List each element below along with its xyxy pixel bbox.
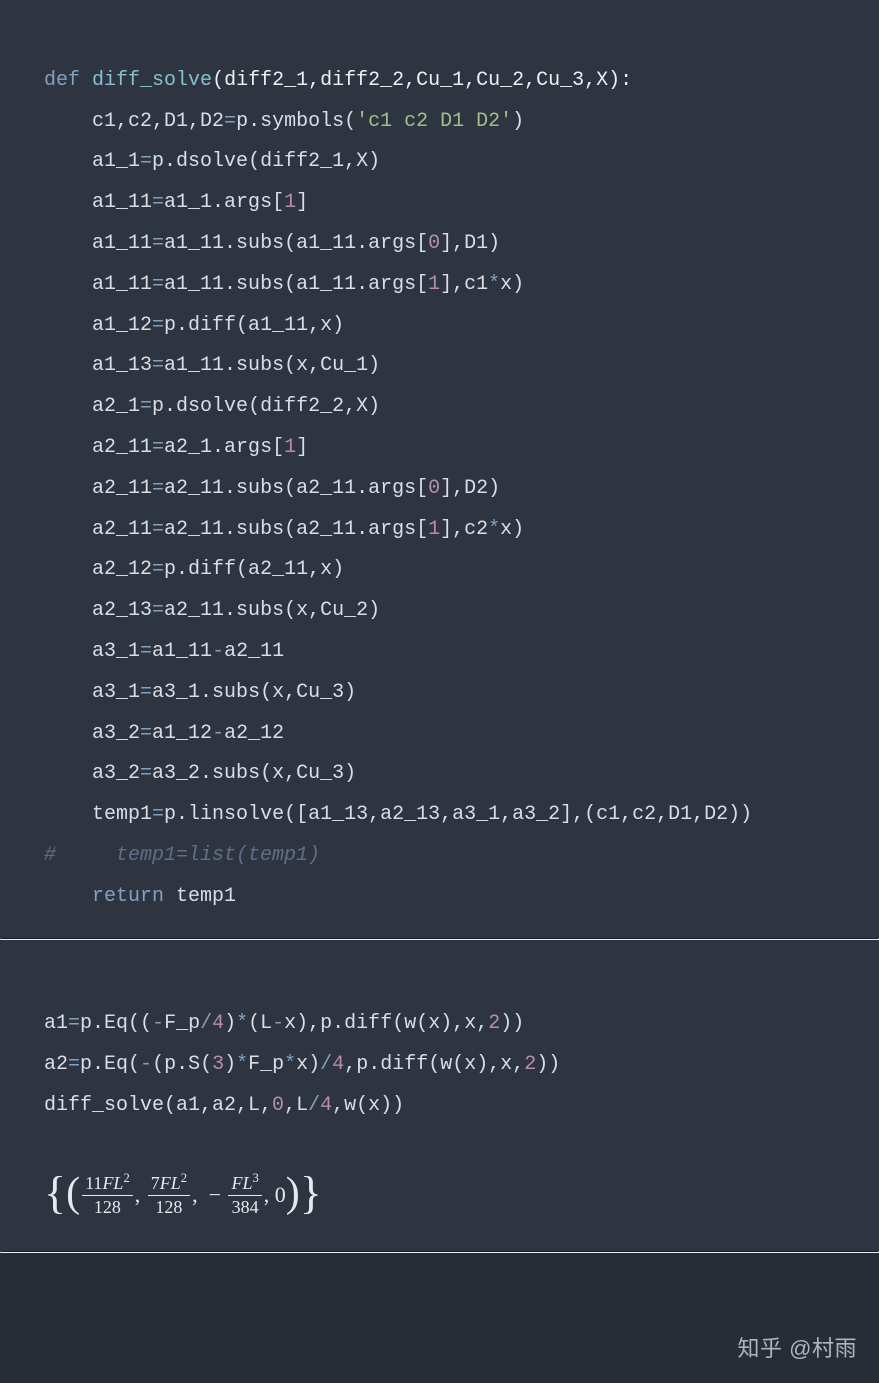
right-brace: } <box>300 1170 322 1216</box>
keyword-return: return <box>92 885 164 908</box>
math-output: { ( 11FL2 128 , 7FL2 128 , − FL3 384 , 0… <box>0 1147 879 1251</box>
keyword-def: def <box>44 69 80 92</box>
code-block-2: a1=p.Eq((-F_p/4)*(L-x),p.diff(w(x),x,2))… <box>0 940 879 1147</box>
footer: 知乎 @村雨 <box>0 1253 879 1383</box>
args: (diff2_1,diff2_2,Cu_1,Cu_2,Cu_3,X): <box>212 69 632 92</box>
fraction-2: 7FL2 128 <box>148 1171 190 1218</box>
fraction-1: 11FL2 128 <box>82 1171 133 1218</box>
right-paren: ) <box>286 1172 300 1214</box>
watermark: 知乎 @村雨 <box>738 1331 857 1363</box>
left-paren: ( <box>66 1172 80 1214</box>
code-block-1: def diff_solve(diff2_1,diff2_2,Cu_1,Cu_2… <box>0 0 879 938</box>
comment: # temp1=list(temp1) <box>44 844 320 867</box>
string-literal: 'c1 c2 D1 D2' <box>356 110 512 133</box>
lhs: c1,c2,D1,D2 <box>92 110 224 133</box>
function-name: diff_solve <box>92 69 212 92</box>
left-brace: { <box>44 1170 66 1216</box>
fraction-3: FL3 384 <box>228 1171 261 1218</box>
